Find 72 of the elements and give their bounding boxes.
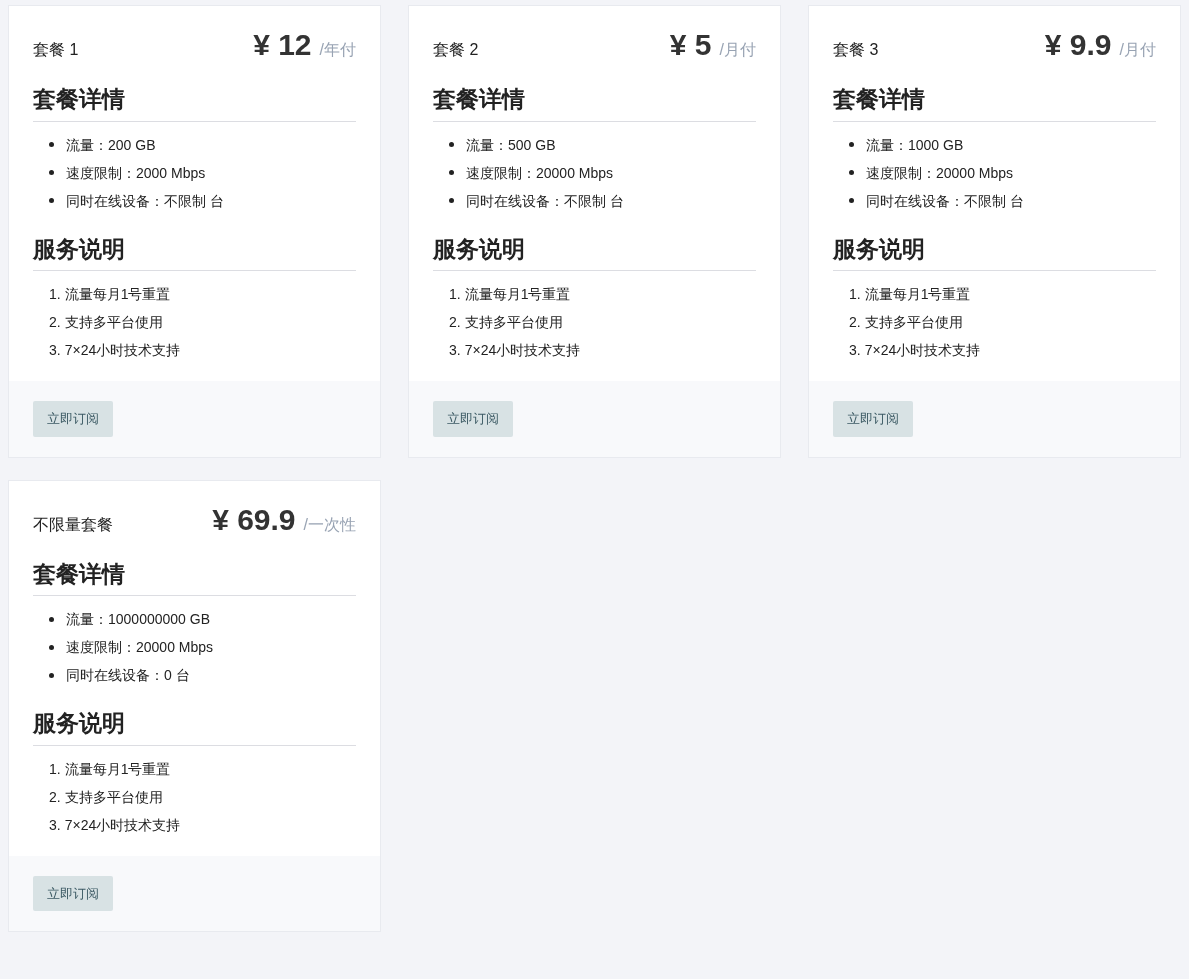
service-item: 7×24小时技术支持 [464, 341, 581, 360]
plan-price: ¥ 12 [253, 30, 312, 60]
detail-item: 速度限制：20000 Mbps [66, 638, 214, 657]
bullet-icon [449, 170, 454, 175]
detail-item: 同时在线设备：不限制 台 [66, 191, 224, 211]
bullet-icon [449, 142, 454, 147]
plan-name: 套餐 2 [433, 40, 479, 60]
plan-price: ¥ 5 [669, 30, 712, 60]
section-heading: 服务说明 [33, 231, 356, 271]
list-number: 2. [449, 313, 461, 332]
service-item: 支持多平台使用 [64, 313, 163, 332]
service-item: 7×24小时技术支持 [64, 341, 181, 360]
detail-item: 流量：500 GB [466, 135, 556, 155]
detail-item: 流量：200 GB [66, 135, 156, 155]
service-item: 流量每月1号重置 [64, 759, 171, 779]
plan-name: 套餐 3 [833, 40, 879, 60]
list-number: 2. [49, 787, 61, 807]
bullet-icon [49, 170, 54, 175]
subscribe-button[interactable]: 立即订阅 [33, 401, 113, 437]
section-heading: 套餐详情 [33, 82, 356, 122]
section-heading: 套餐详情 [833, 82, 1156, 122]
plan-price: ¥ 9.9 [1044, 30, 1112, 60]
list-number: 1. [849, 285, 861, 304]
detail-item: 速度限制：2000 Mbps [66, 163, 206, 183]
service-item: 流量每月1号重置 [864, 285, 971, 304]
list-number: 3. [49, 341, 61, 360]
list-number: 3. [449, 341, 461, 360]
subscribe-button[interactable]: 立即订阅 [833, 401, 913, 437]
list-number: 3. [49, 815, 61, 835]
service-item: 支持多平台使用 [64, 787, 163, 807]
billing-period: /一次性 [303, 514, 356, 535]
section-heading: 套餐详情 [433, 82, 756, 122]
list-number: 2. [849, 313, 861, 332]
section-heading: 套餐详情 [33, 556, 356, 596]
plan-name: 不限量套餐 [33, 514, 113, 535]
section-heading: 服务说明 [33, 706, 356, 746]
bullet-icon [49, 142, 54, 147]
bullet-icon [449, 198, 454, 203]
list-number: 1. [49, 285, 61, 304]
section-heading: 服务说明 [833, 231, 1156, 271]
bullet-icon [849, 198, 854, 203]
plan-name: 套餐 1 [33, 40, 79, 60]
billing-period: /年付 [319, 40, 356, 60]
list-number: 3. [849, 341, 861, 360]
service-item: 支持多平台使用 [864, 313, 963, 332]
bullet-icon [849, 142, 854, 147]
bullet-icon [49, 616, 54, 622]
bullet-icon [49, 198, 54, 203]
list-number: 1. [449, 285, 461, 304]
subscribe-button[interactable]: 立即订阅 [33, 875, 113, 911]
service-item: 流量每月1号重置 [464, 285, 571, 304]
section-heading: 服务说明 [433, 231, 756, 271]
service-item: 支持多平台使用 [464, 313, 563, 332]
bullet-icon [849, 170, 854, 175]
list-number: 2. [49, 313, 61, 332]
bullet-icon [49, 644, 54, 650]
bullet-icon [49, 672, 54, 678]
plan-price: ¥ 69.9 [212, 504, 296, 535]
detail-item: 速度限制：20000 Mbps [866, 163, 1014, 183]
subscribe-button[interactable]: 立即订阅 [433, 401, 513, 437]
service-item: 流量每月1号重置 [64, 285, 171, 304]
detail-item: 同时在线设备：不限制 台 [466, 191, 624, 211]
billing-period: /月付 [1119, 40, 1156, 60]
detail-item: 流量：1000 GB [866, 135, 964, 155]
detail-item: 同时在线设备：不限制 台 [866, 191, 1024, 211]
detail-item: 同时在线设备：0 台 [66, 666, 190, 685]
billing-period: /月付 [719, 40, 756, 60]
detail-item: 流量：1000000000 GB [66, 610, 210, 629]
service-item: 7×24小时技术支持 [864, 341, 981, 360]
service-item: 7×24小时技术支持 [64, 815, 181, 835]
detail-item: 速度限制：20000 Mbps [466, 163, 614, 183]
list-number: 1. [49, 759, 61, 779]
